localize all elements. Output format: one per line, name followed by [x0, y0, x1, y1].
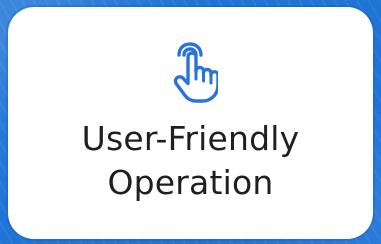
- feature-title-line-2: Operation: [107, 163, 274, 202]
- feature-title: User-Friendly Operation: [82, 117, 300, 205]
- pointer-hand-icon-svg: [173, 42, 218, 103]
- feature-title-line-1: User-Friendly: [81, 119, 300, 158]
- feature-card: User-Friendly Operation: [8, 7, 373, 239]
- pointer-hand-icon: [164, 41, 218, 103]
